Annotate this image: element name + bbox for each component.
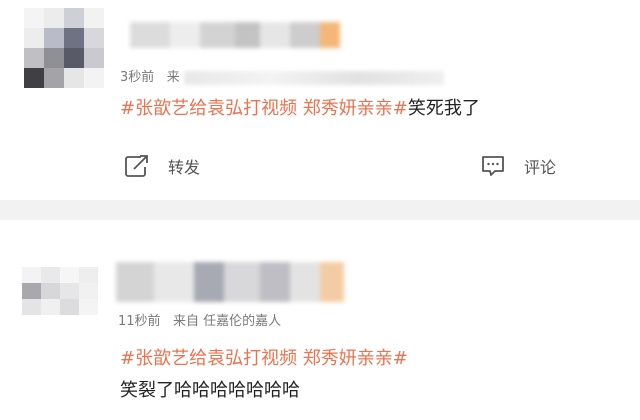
post-source[interactable]: 来自 任嘉伦的嘉人	[173, 314, 281, 329]
avatar[interactable]	[22, 267, 98, 315]
avatar[interactable]	[24, 8, 104, 88]
source-blurred	[183, 70, 444, 85]
post-body: 笑死我了	[407, 98, 480, 119]
post-text: #张歆艺给袁弘打视频 郑秀妍亲亲#笑死我了	[120, 94, 480, 120]
hashtag-link[interactable]: #张歆艺给袁弘打视频 郑秀妍亲亲#	[120, 98, 408, 119]
post-source: 来	[166, 70, 180, 85]
post-meta: 3秒前 来	[120, 66, 444, 85]
comment-button[interactable]: 评论	[480, 154, 556, 178]
comment-card-2: 11秒前 来自 任嘉伦的嘉人 #张歆艺给袁弘打视频 郑秀妍亲亲# 笑裂了哈哈哈哈…	[0, 220, 640, 420]
comment-card-1: 3秒前 来 #张歆艺给袁弘打视频 郑秀妍亲亲#笑死我了 转发 评论	[0, 0, 640, 200]
username-blurred[interactable]	[130, 22, 340, 48]
post-time: 3秒前	[120, 70, 155, 85]
username-blurred[interactable]	[116, 262, 344, 302]
post-body: 笑裂了哈哈哈哈哈哈哈	[120, 380, 300, 401]
comment-label: 评论	[524, 158, 557, 177]
repost-button[interactable]: 转发	[124, 154, 200, 178]
post-hashtags: #张歆艺给袁弘打视频 郑秀妍亲亲#	[120, 344, 408, 370]
comment-icon	[480, 154, 506, 178]
repost-icon	[124, 154, 150, 178]
post-time: 11秒前	[118, 314, 161, 329]
repost-label: 转发	[168, 158, 201, 177]
hashtag-link[interactable]: #张歆艺给袁弘打视频 郑秀妍亲亲#	[120, 348, 408, 369]
post-meta: 11秒前 来自 任嘉伦的嘉人	[118, 310, 281, 329]
card-separator	[0, 200, 640, 220]
